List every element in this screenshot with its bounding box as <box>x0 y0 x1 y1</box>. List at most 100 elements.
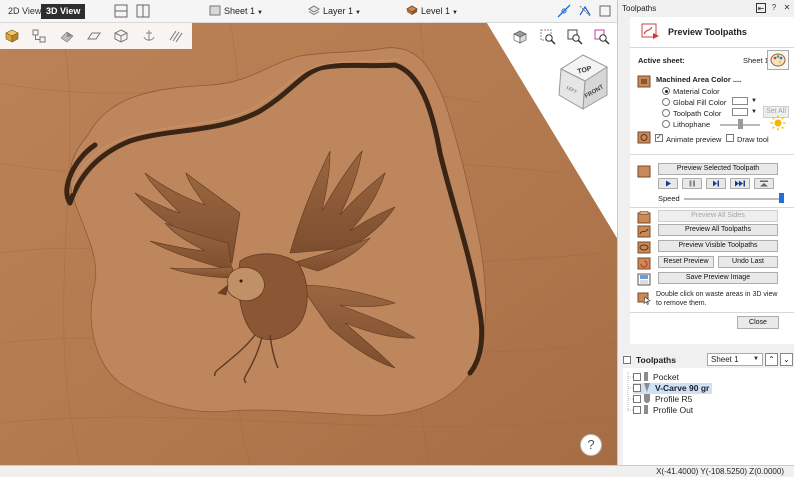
preview-visible-toolpaths-button[interactable]: Preview Visible Toolpaths <box>658 240 778 252</box>
tab-2d-view[interactable]: 2D View <box>3 4 46 19</box>
global-fill-swatch[interactable] <box>732 97 748 105</box>
move-up-button[interactable]: ⌃ <box>765 353 778 366</box>
animate-preview-checkbox[interactable]: ✓ <box>655 134 663 142</box>
help-button[interactable]: ? <box>580 434 602 456</box>
snap-icon[interactable] <box>556 3 572 19</box>
radio-material-color[interactable] <box>662 87 670 95</box>
cursor-coordinates: X(-41.4000) Y(-108.5250) Z(0.0000) <box>656 467 784 476</box>
transform-icon[interactable] <box>577 3 593 19</box>
toolpath-visibility-checkbox[interactable] <box>633 373 641 381</box>
toolpaths-panel: Toolpaths ⇤ ? ✕ Preview Toolpaths Active… <box>617 0 794 465</box>
toolpath-list: Pocket V-Carve 90 gr Profile R5 Profile … <box>623 368 794 465</box>
form-title: Preview Toolpaths <box>668 27 747 37</box>
layer-dropdown[interactable]: Layer 1 ▼ <box>308 5 361 19</box>
chevron-down-icon: ▼ <box>753 356 759 362</box>
status-bar: X(-41.4000) Y(-108.5250) Z(0.0000) <box>0 465 794 477</box>
layout-split-icon[interactable] <box>135 3 151 19</box>
box-outline-icon[interactable] <box>113 28 129 44</box>
skip-to-end-button[interactable] <box>754 178 774 189</box>
sun-icon <box>770 115 786 131</box>
pause-button[interactable] <box>682 178 702 189</box>
preview-selected-toolpath-button[interactable]: Preview Selected Toolpath <box>658 163 778 175</box>
lighting-icon[interactable] <box>59 28 75 44</box>
preview-toolpaths-form: Preview Toolpaths Active sheet: Sheet 1 … <box>630 17 794 344</box>
toolpath-color-swatch[interactable] <box>732 108 748 116</box>
toolpath-sheet-select[interactable]: Sheet 1 ▼ <box>707 353 763 366</box>
zoom-extents-icon[interactable] <box>540 29 556 45</box>
line-pattern-icon[interactable] <box>168 28 184 44</box>
toolpath-sheet-select-value: Sheet 1 <box>711 355 739 364</box>
speed-label: Speed <box>658 194 680 203</box>
layer-icon <box>308 5 320 16</box>
tab-3d-view[interactable]: 3D View <box>41 4 86 19</box>
active-sheet-label: Active sheet: <box>638 56 685 65</box>
toolpath-item-profile-r5[interactable]: Profile R5 <box>633 394 692 405</box>
close-button[interactable]: Close <box>737 316 779 329</box>
viewport-tool-strip <box>0 23 192 49</box>
machined-color-icon <box>637 75 651 88</box>
toolpath-tree-icon[interactable] <box>31 28 47 44</box>
undo-last-button[interactable]: Undo Last <box>718 256 778 268</box>
layout-single-icon[interactable] <box>113 3 129 19</box>
anchor-icon[interactable] <box>141 28 157 44</box>
toolpath-item-vcarve[interactable]: V-Carve 90 gr <box>633 383 713 394</box>
preview-selected-icon <box>637 165 651 178</box>
select-all-checkbox[interactable] <box>623 356 631 364</box>
view-cube[interactable]: TOP FRONT LEFT <box>555 53 611 113</box>
fast-forward-button[interactable] <box>730 178 750 189</box>
help-icon[interactable]: ? <box>769 3 779 13</box>
chevron-down-icon[interactable]: ▼ <box>751 98 757 104</box>
toolpath-item-pocket[interactable]: Pocket <box>633 372 679 383</box>
reset-preview-icon <box>637 257 651 270</box>
toolpath-visibility-checkbox[interactable] <box>633 395 641 403</box>
close-panel-icon[interactable]: ✕ <box>782 3 792 13</box>
level-dropdown[interactable]: Level 1 ▼ <box>406 5 458 19</box>
level-dropdown-label: Level 1 <box>421 6 451 16</box>
save-preview-image-button[interactable]: Save Preview Image <box>658 272 778 284</box>
preview-all-sides-button[interactable]: Preview All Sides <box>658 210 778 222</box>
toolpath-visibility-checkbox[interactable] <box>633 406 641 414</box>
zoom-region-icon[interactable] <box>567 29 583 45</box>
layer-dropdown-label: Layer 1 <box>323 6 354 16</box>
radio-lithophane[interactable] <box>662 120 670 128</box>
window-icon[interactable] <box>597 3 613 19</box>
material-block-icon[interactable] <box>4 28 20 44</box>
lithophane-label: Lithophane <box>673 120 711 129</box>
3d-viewport[interactable]: TOP FRONT LEFT ? <box>0 23 617 465</box>
preview-all-toolpaths-button[interactable]: Preview All Toolpaths <box>658 224 778 236</box>
draw-tool-label: Draw tool <box>737 135 769 144</box>
speed-slider[interactable] <box>684 198 784 200</box>
machined-area-color-label: Machined Area Color .... <box>656 75 742 84</box>
chevron-down-icon[interactable]: ▼ <box>751 109 757 115</box>
view-cube-toggle-icon[interactable] <box>512 29 528 45</box>
wood-model-render[interactable] <box>0 23 617 465</box>
toolpath-visibility-checkbox[interactable] <box>633 384 641 392</box>
bit-icon <box>644 372 648 381</box>
speed-slider-thumb[interactable] <box>779 193 784 203</box>
move-down-button[interactable]: ⌄ <box>780 353 793 366</box>
reset-preview-button[interactable]: Reset Preview <box>658 256 714 268</box>
collapse-panel-icon[interactable]: ⇤ <box>756 3 766 13</box>
panel-title: Toolpaths <box>622 4 657 13</box>
bit-icon <box>644 405 648 414</box>
toolpath-color-label: Toolpath Color <box>673 109 722 118</box>
play-button[interactable] <box>658 178 678 189</box>
palette-button[interactable] <box>767 50 789 70</box>
double-click-hint-icon <box>637 291 651 305</box>
v-bit-icon <box>644 383 650 392</box>
sheet-dropdown[interactable]: Sheet 1 ▼ <box>209 5 263 19</box>
top-toolbar: 2D View 3D View Sheet 1 ▼ Layer 1 ▼ Level … <box>0 0 617 23</box>
radio-toolpath-color[interactable] <box>662 109 670 117</box>
toolpath-item-profile-out[interactable]: Profile Out <box>633 405 693 416</box>
active-sheet-value: Sheet 1 <box>743 56 769 65</box>
radio-global-fill-color[interactable] <box>662 98 670 106</box>
zoom-selection-icon[interactable] <box>594 29 610 45</box>
draw-tool-checkbox[interactable] <box>726 134 734 142</box>
lithophane-slider-thumb[interactable] <box>738 119 743 129</box>
step-forward-button[interactable] <box>706 178 726 189</box>
ball-bit-icon <box>644 394 650 403</box>
toolpath-name: Profile R5 <box>655 394 693 404</box>
preview-visible-icon <box>637 241 651 254</box>
toolpath-name: Pocket <box>653 372 679 382</box>
plane-icon[interactable] <box>86 28 102 44</box>
